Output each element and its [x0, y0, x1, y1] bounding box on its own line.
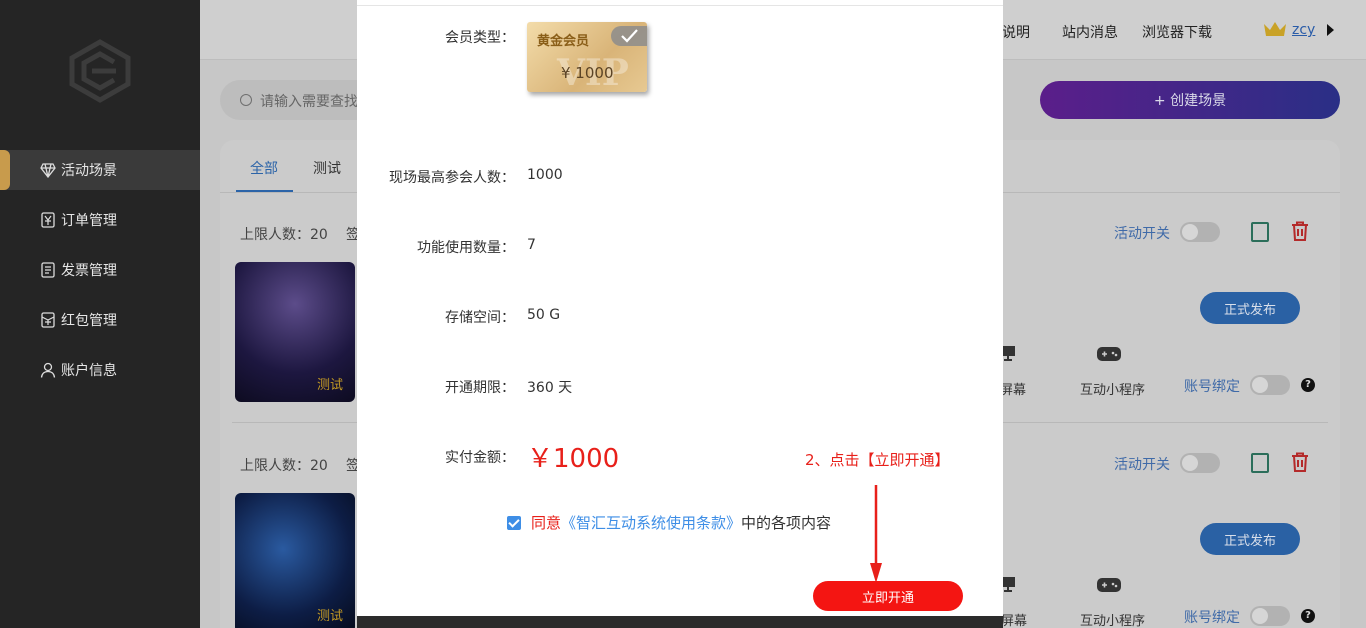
sidebar-item-red-packets[interactable]: 红包管理 [0, 300, 200, 340]
sidebar-item-label: 红包管理 [61, 313, 117, 329]
sidebar-item-invoices[interactable]: 发票管理 [0, 250, 200, 290]
order-icon [41, 212, 55, 228]
test-tag: 测试 [317, 609, 344, 624]
storage-label: 存储空间： [445, 310, 515, 326]
username-link[interactable]: zcy [1292, 22, 1315, 38]
activity-switch[interactable] [1180, 222, 1220, 242]
sidebar: 活动场景 订单管理 发票管理 红包管理 账户信息 [0, 0, 200, 628]
sidebar-item-orders[interactable]: 订单管理 [0, 200, 200, 240]
sidebar-item-scenes[interactable]: 活动场景 [0, 150, 200, 190]
period-label: 开通期限： [445, 380, 515, 396]
help-icon[interactable]: ? [1301, 378, 1315, 392]
selected-check-icon [611, 26, 647, 46]
top-link-messages[interactable]: 站内消息 [1062, 22, 1118, 42]
sidebar-item-label: 订单管理 [61, 213, 117, 229]
diamond-icon [40, 163, 56, 178]
copy-icon[interactable] [1251, 222, 1269, 242]
feature-mini-program[interactable]: 互动小程序 [1080, 379, 1145, 398]
gamepad-icon [1097, 347, 1121, 361]
account-bind-switch[interactable] [1250, 606, 1290, 626]
activity-switch-label: 活动开关 [1114, 226, 1170, 242]
card-price: ¥ 1000 [561, 64, 614, 82]
tab-test[interactable]: 测试 [313, 158, 341, 178]
caret-right-icon[interactable] [1327, 24, 1334, 36]
instruction-annotation: 2、点击【立即开通】 [805, 451, 950, 469]
activity-switch[interactable] [1180, 453, 1220, 473]
top-link-browser-download[interactable]: 浏览器下载 [1142, 22, 1212, 42]
delete-icon[interactable] [1291, 452, 1309, 472]
invoice-icon [41, 262, 55, 278]
open-now-button[interactable]: 立即开通 [813, 581, 963, 611]
modal-divider [357, 5, 1003, 6]
scene-thumbnail[interactable]: 测试 [235, 493, 355, 628]
copy-icon[interactable] [1251, 453, 1269, 473]
card-title: 黄金会员 [537, 34, 590, 49]
max-attendees-label: 现场最高参会人数： [389, 170, 515, 186]
max-attendees-value: 1000 [527, 167, 563, 183]
top-link-instructions[interactable]: 说明 [1002, 22, 1030, 42]
user-icon [40, 362, 56, 378]
arrow-down-icon [870, 485, 882, 583]
help-icon[interactable]: ? [1301, 609, 1315, 623]
agree-checkbox[interactable] [507, 515, 521, 530]
agreement-row: 同意《智汇互动系统使用条款》中的各项内容 [507, 512, 831, 533]
pay-amount-label: 实付金额： [445, 450, 515, 466]
modal-bottom-edge [357, 616, 1003, 628]
membership-modal: 会员类型： VIP 黄金会员 ¥ 1000 现场最高参会人数： 1000 功能使… [357, 0, 1003, 616]
logo-icon [69, 39, 131, 103]
account-bind-label: 账号绑定 [1184, 610, 1240, 626]
sidebar-item-label: 活动场景 [61, 163, 117, 179]
storage-value: 50 G [527, 307, 561, 323]
delete-icon[interactable] [1291, 221, 1309, 241]
create-scene-button[interactable]: + 创建场景 [1040, 81, 1340, 119]
tab-all[interactable]: 全部 [250, 158, 278, 178]
sidebar-item-label: 发票管理 [61, 263, 117, 279]
red-packet-icon [41, 312, 55, 328]
account-bind-switch[interactable] [1250, 375, 1290, 395]
member-type-label: 会员类型： [445, 30, 515, 46]
scene-thumbnail[interactable]: 测试 [235, 262, 355, 402]
test-tag: 测试 [317, 378, 344, 393]
period-value: 360 天 [527, 380, 573, 396]
gamepad-icon [1097, 578, 1121, 592]
publish-button[interactable]: 正式发布 [1200, 292, 1300, 324]
gold-member-card[interactable]: VIP 黄金会员 ¥ 1000 [527, 22, 647, 92]
activity-switch-label: 活动开关 [1114, 457, 1170, 473]
publish-button[interactable]: 正式发布 [1200, 523, 1300, 555]
scene-limit: 上限人数：20 [240, 458, 328, 474]
pay-amount-value: ￥1000 [527, 444, 620, 474]
account-bind-label: 账号绑定 [1184, 379, 1240, 395]
search-icon [240, 94, 252, 106]
agree-prefix: 同意 [531, 514, 562, 532]
search-placeholder: 请输入需要查找 [260, 94, 358, 110]
scene-limit: 上限人数：20 [240, 227, 328, 243]
feature-screen[interactable]: 屏幕 [1000, 379, 1026, 398]
feature-mini-program[interactable]: 互动小程序 [1080, 610, 1145, 628]
sidebar-item-label: 账户信息 [61, 363, 117, 379]
terms-link[interactable]: 《智汇互动系统使用条款》 [561, 514, 741, 532]
feature-count-label: 功能使用数量： [417, 240, 515, 256]
agree-suffix: 中的各项内容 [741, 514, 832, 532]
crown-icon [1264, 22, 1286, 36]
feature-count-value: 7 [527, 237, 536, 253]
sidebar-item-account[interactable]: 账户信息 [0, 350, 200, 390]
